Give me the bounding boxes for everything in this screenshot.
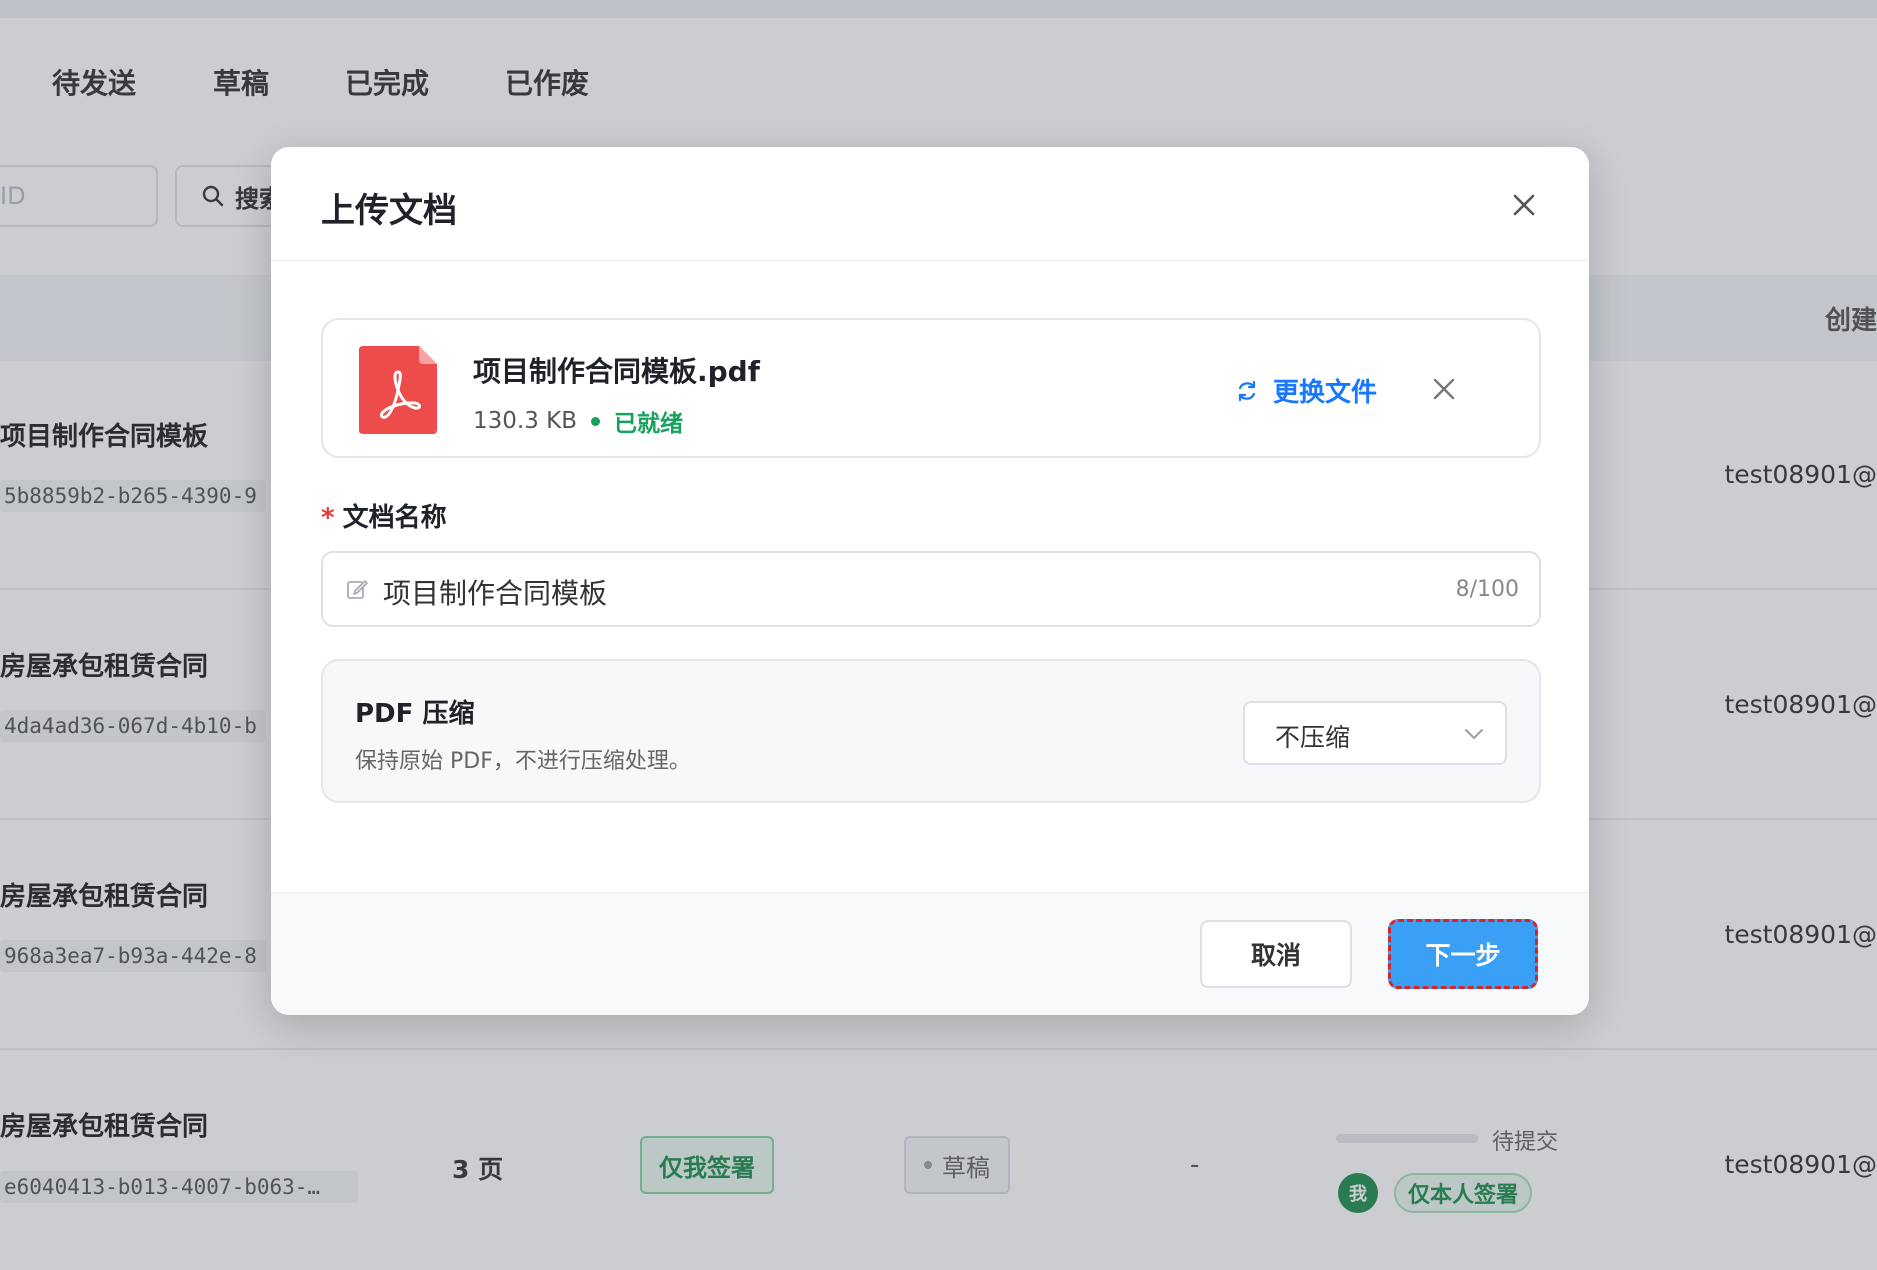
pdf-file-icon — [359, 346, 437, 434]
doc-name-label: * 文档名称 — [321, 497, 447, 534]
refresh-icon — [1238, 380, 1256, 401]
doc-name-field[interactable]: 项目制作合同模板 8/100 — [321, 551, 1541, 627]
char-count: 8/100 — [1455, 577, 1519, 602]
pdf-compress-card: PDF 压缩 保持原始 PDF，不进行压缩处理。 不压缩 — [321, 659, 1541, 803]
replace-file-button[interactable]: 更换文件 — [1235, 372, 1377, 409]
chevron-down-icon — [1465, 729, 1483, 739]
next-step-button[interactable]: 下一步 — [1388, 919, 1538, 989]
file-status: 已就绪 — [614, 411, 684, 437]
compress-select[interactable]: 不压缩 — [1243, 701, 1507, 765]
upload-dialog: 上传文档 项目制作合同模板.pdf 130.3 KB 已就绪 更换文件 * 文档… — [271, 147, 1589, 1015]
file-meta: 130.3 KB 已就绪 — [473, 404, 683, 438]
ready-dot — [591, 416, 601, 426]
required-mark: * — [321, 503, 335, 533]
close-icon[interactable] — [1506, 187, 1542, 223]
file-name: 项目制作合同模板.pdf — [473, 355, 760, 388]
compress-select-value: 不压缩 — [1275, 723, 1351, 752]
remove-file-icon[interactable] — [1429, 374, 1459, 404]
dialog-header-divider — [271, 260, 1589, 261]
uploaded-file-card: 项目制作合同模板.pdf 130.3 KB 已就绪 更换文件 — [321, 318, 1541, 458]
file-size: 130.3 KB — [473, 408, 578, 434]
cancel-button[interactable]: 取消 — [1200, 920, 1352, 988]
compress-title: PDF 压缩 — [355, 699, 475, 729]
doc-name-label-text: 文档名称 — [342, 503, 447, 533]
doc-name-value: 项目制作合同模板 — [383, 577, 608, 610]
compress-description: 保持原始 PDF，不进行压缩处理。 — [355, 749, 691, 774]
replace-file-label: 更换文件 — [1273, 378, 1378, 408]
dialog-title: 上传文档 — [321, 191, 457, 231]
edit-icon — [347, 580, 368, 599]
